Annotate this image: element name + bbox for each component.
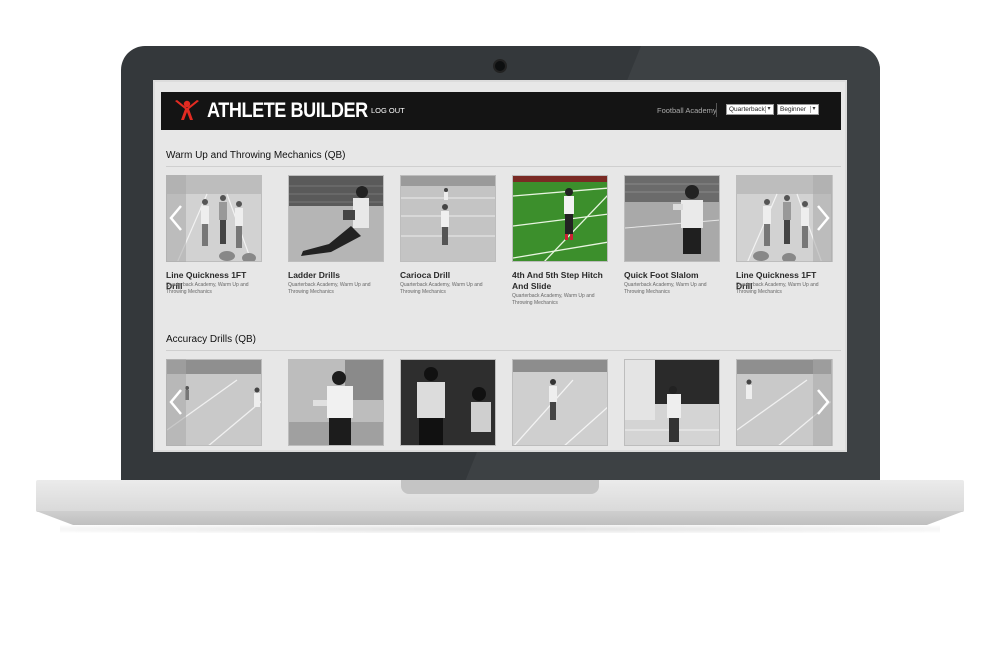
carousel-prev-button[interactable]: [166, 359, 186, 446]
drill-category: Quarterback Academy, Warm Up and Throwin…: [400, 282, 483, 295]
laptop-base-lip: [36, 511, 964, 525]
screen: ATHLETE BUILDER LOG OUT Football Academy…: [153, 80, 847, 452]
drill-category: Quarterback Academy, Warm Up and Throwin…: [736, 282, 819, 295]
drill-title[interactable]: Carioca Drill: [400, 270, 496, 281]
drill-thumbnail: [400, 175, 496, 262]
athlete-logo-icon: [175, 100, 199, 120]
laptop-notch: [401, 480, 599, 494]
drill-thumbnail: [512, 175, 608, 262]
top-navigation: ATHLETE BUILDER LOG OUT Football Academy…: [161, 92, 841, 130]
chevron-left-icon: [169, 205, 182, 231]
drill-thumbnail: [512, 359, 608, 446]
level-select[interactable]: Beginner ▾: [777, 104, 819, 115]
app-page: ATHLETE BUILDER LOG OUT Football Academy…: [155, 82, 845, 450]
chevron-down-icon: ▾: [810, 106, 817, 113]
carousel-next-button[interactable]: [813, 175, 833, 262]
logout-link[interactable]: LOG OUT: [371, 106, 405, 115]
level-select-value: Beginner: [780, 106, 807, 113]
chevron-right-icon: [817, 389, 830, 415]
drill-title[interactable]: 4th And 5th Step Hitch And Slide: [512, 270, 608, 292]
camera-icon: [493, 59, 507, 73]
section-divider: [166, 350, 841, 351]
chevron-left-icon: [169, 389, 182, 415]
drill-title[interactable]: Quick Foot Slalom: [624, 270, 720, 281]
brand-name[interactable]: ATHLETE BUILDER: [207, 98, 368, 124]
drill-category: Quarterback Academy, Warm Up and Throwin…: [512, 293, 595, 306]
section-title-accuracy: Accuracy Drills (QB): [166, 334, 257, 345]
laptop-shadow: [60, 525, 940, 533]
drill-category: Quarterback Academy, Warm Up and Throwin…: [288, 282, 371, 295]
academy-link[interactable]: Football Academy: [657, 106, 717, 115]
drill-thumbnail: [288, 175, 384, 262]
carousel-prev-button[interactable]: [166, 175, 186, 262]
position-select[interactable]: Quarterback ▾: [726, 104, 774, 115]
drill-thumbnail: [288, 359, 384, 446]
drill-thumbnail: [624, 175, 720, 262]
position-select-value: Quarterback: [729, 106, 765, 113]
drill-category: Quarterback Academy, Warm Up and Throwin…: [624, 282, 707, 295]
carousel-next-button[interactable]: [813, 359, 833, 446]
drill-title[interactable]: Ladder Drills: [288, 270, 384, 281]
section-divider: [166, 166, 841, 167]
drill-category: Quarterback Academy, Warm Up and Throwin…: [166, 282, 249, 295]
drill-thumbnail: [400, 359, 496, 446]
laptop-mockup: ATHLETE BUILDER LOG OUT Football Academy…: [0, 0, 1000, 670]
chevron-down-icon: ▾: [765, 106, 772, 113]
drill-thumbnail: [624, 359, 720, 446]
chevron-right-icon: [817, 205, 830, 231]
section-title-warmup: Warm Up and Throwing Mechanics (QB): [166, 150, 346, 161]
nav-divider: [716, 103, 717, 117]
